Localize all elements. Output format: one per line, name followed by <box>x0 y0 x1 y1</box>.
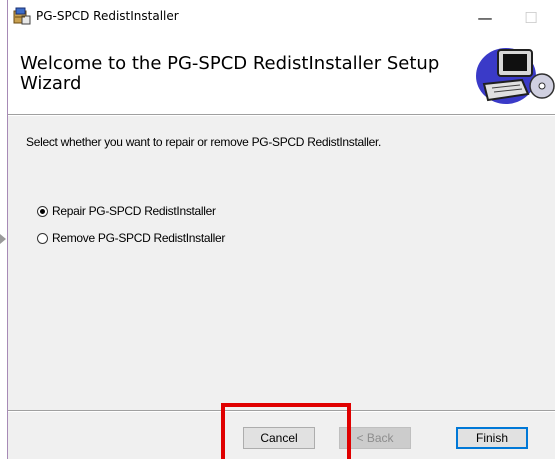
close-button[interactable]: ✕ <box>548 0 555 36</box>
remove-option[interactable]: Remove PG-SPCD RedistInstaller <box>37 229 225 247</box>
installer-window: PG-SPCD RedistInstaller — ☐ ✕ Welcome to… <box>7 0 555 459</box>
installer-app-icon <box>13 7 31 25</box>
cancel-highlight-box <box>221 403 351 459</box>
title-bar[interactable]: PG-SPCD RedistInstaller — ☐ ✕ <box>8 0 555 36</box>
repair-option-label[interactable]: Repair PG-SPCD RedistInstaller <box>52 204 216 218</box>
remove-option-label[interactable]: Remove PG-SPCD RedistInstaller <box>52 231 225 245</box>
instruction-text: Select whether you want to repair or rem… <box>26 135 382 149</box>
minimize-button[interactable]: — <box>462 0 508 36</box>
wizard-header: Welcome to the PG-SPCD RedistInstaller S… <box>8 36 555 114</box>
finish-button[interactable]: Finish <box>456 427 528 449</box>
page-title: Welcome to the PG-SPCD RedistInstaller S… <box>20 53 440 94</box>
repair-radio[interactable] <box>37 205 48 217</box>
remove-radio[interactable] <box>37 232 48 244</box>
computer-cd-icon <box>476 48 555 104</box>
window-title: PG-SPCD RedistInstaller <box>36 9 179 23</box>
repair-option[interactable]: Repair PG-SPCD RedistInstaller <box>37 202 216 220</box>
pointer-arrow-icon <box>0 234 6 244</box>
header-divider <box>8 114 555 116</box>
